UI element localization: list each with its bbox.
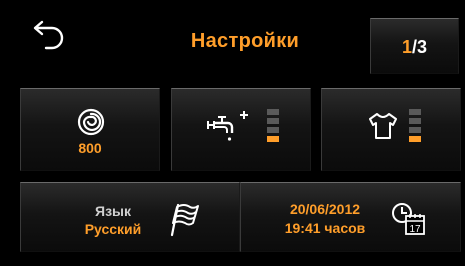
page-title: Настройки: [190, 30, 300, 52]
page-indicator: 1/3: [371, 37, 458, 58]
level-segment: [267, 136, 279, 142]
clock-calendar-icon: 17: [392, 203, 425, 235]
page-indicator-tile[interactable]: 1/3: [370, 18, 459, 74]
level-segment: [409, 118, 421, 124]
language-value: Русский: [84, 221, 142, 237]
garment-care-button[interactable]: [321, 88, 461, 171]
tshirt-icon: [369, 113, 397, 139]
date-time-button[interactable]: 20/06/2012 19:41 часов 17: [240, 182, 461, 252]
spin-speed-value: 800: [78, 140, 102, 156]
back-button[interactable]: [24, 18, 70, 58]
time-value: 19:41 часов: [284, 220, 366, 236]
page-current: 1: [401, 37, 412, 57]
water-level-bar: [267, 109, 279, 145]
faucet-plus-icon: [207, 111, 248, 141]
date-value: 20/06/2012: [289, 201, 361, 217]
level-segment: [409, 136, 421, 142]
settings-screen: Настройки 1/3 800 Язык Русский 20/06/201…: [0, 0, 465, 266]
level-segment: [409, 127, 421, 133]
level-segment: [267, 127, 279, 133]
spin-speed-button[interactable]: 800: [20, 88, 160, 171]
level-segment: [267, 109, 279, 115]
extra-water-button[interactable]: [171, 88, 311, 171]
spin-speed-icon: [77, 108, 105, 136]
level-segment: [267, 118, 279, 124]
flag-icon: [170, 203, 199, 237]
language-label: Язык: [95, 203, 131, 219]
page-total: 3: [417, 37, 428, 57]
care-level-bar: [409, 109, 421, 145]
calendar-day: 17: [409, 224, 421, 235]
back-arrow-icon: [33, 20, 64, 50]
language-button[interactable]: Язык Русский: [20, 182, 240, 252]
level-segment: [409, 109, 421, 115]
